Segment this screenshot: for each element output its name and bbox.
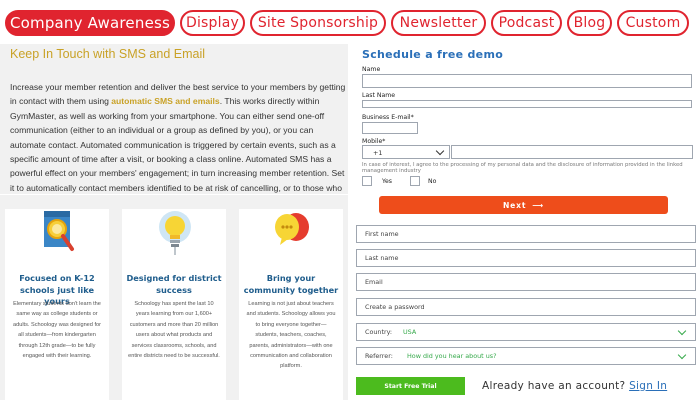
- next-button-label: Next: [503, 200, 527, 210]
- consent-yes-label: Yes: [382, 178, 392, 185]
- feature-card: Focused on K-12 schools just like yours …: [5, 209, 109, 400]
- speech-bubbles-icon: [274, 209, 310, 257]
- mobile-number-input[interactable]: [451, 145, 693, 159]
- info-paragraph: Increase your member retention and deliv…: [10, 80, 346, 210]
- name-label: Name: [362, 66, 381, 73]
- tab-custom[interactable]: Custom: [617, 10, 689, 36]
- password-placeholder: Create a password: [365, 303, 425, 311]
- country-code-select[interactable]: +1: [362, 145, 450, 159]
- magnifier-icon: [40, 209, 76, 257]
- mobile-label: Mobile*: [362, 138, 386, 145]
- country-select[interactable]: Country: USA: [356, 323, 696, 341]
- next-button[interactable]: Next ⟶: [379, 196, 668, 214]
- consent-no-label: No: [428, 178, 437, 185]
- password-input[interactable]: Create a password: [356, 298, 696, 316]
- chevron-down-icon: [435, 146, 445, 156]
- card-description: Elementary students don't learn the same…: [12, 301, 101, 360]
- demo-form: Schedule a free demo Name Last Name Busi…: [354, 44, 700, 400]
- business-email-input[interactable]: [362, 122, 418, 134]
- feature-card: Bring your community together Learning i…: [239, 209, 343, 400]
- arrow-right-icon: ⟶: [532, 200, 544, 210]
- referrer-label: Referrer:: [365, 352, 393, 360]
- card-title: Bring your community together: [243, 273, 339, 295]
- country-label: Country:: [365, 328, 393, 336]
- lightbulb-icon: [157, 209, 193, 257]
- last-name-placeholder: Last name: [365, 254, 399, 262]
- email-input[interactable]: Email: [356, 273, 696, 291]
- consent-text: In case of interest, I agree to the proc…: [362, 162, 683, 174]
- card-description: Learning is not just about teachers and …: [246, 301, 336, 370]
- info-text-end: . This works directly within GymMaster, …: [10, 96, 345, 207]
- tab-blog[interactable]: Blog: [567, 10, 612, 36]
- info-highlight-link[interactable]: automatic SMS and emails: [111, 96, 219, 106]
- sms-email-info-panel: Keep In Touch with SMS and Email Increas…: [0, 44, 348, 207]
- tab-bar: Company Awareness Display Site Sponsorsh…: [0, 0, 700, 46]
- chevron-down-icon: [677, 326, 687, 336]
- tab-site-sponsorship[interactable]: Site Sponsorship: [250, 10, 386, 36]
- business-email-label: Business E-mail*: [362, 114, 414, 121]
- feature-cards-section: Focused on K-12 schools just like yours …: [0, 195, 348, 400]
- last-name-input[interactable]: [362, 100, 692, 108]
- first-name-input[interactable]: First name: [356, 225, 696, 243]
- last-name-field[interactable]: Last name: [356, 249, 696, 267]
- sign-in-prompt: Already have an account? Sign In: [482, 380, 667, 392]
- feature-card: Designed for district success Schoology …: [122, 209, 226, 400]
- form-title: Schedule a free demo: [362, 48, 504, 61]
- country-code-value: +1: [373, 149, 383, 157]
- chevron-down-icon: [677, 350, 687, 360]
- card-title: Designed for district success: [126, 273, 222, 295]
- sign-in-link[interactable]: Sign In: [629, 380, 667, 392]
- tab-company-awareness[interactable]: Company Awareness: [5, 10, 175, 36]
- referrer-select[interactable]: Referrer: How did you hear about us?: [356, 347, 696, 365]
- tab-podcast[interactable]: Podcast: [491, 10, 562, 36]
- start-free-trial-button[interactable]: Start Free Trial: [356, 377, 465, 395]
- country-value: USA: [403, 328, 417, 336]
- name-input[interactable]: [362, 74, 692, 88]
- email-placeholder: Email: [365, 278, 383, 286]
- consent-yes-checkbox[interactable]: [362, 176, 372, 186]
- card-description: Schoology has spent the last 10 years le…: [128, 301, 220, 360]
- tab-display[interactable]: Display: [180, 10, 245, 36]
- last-name-label: Last Name: [362, 92, 396, 99]
- info-title: Keep In Touch with SMS and Email: [10, 47, 206, 61]
- tab-newsletter[interactable]: Newsletter: [391, 10, 486, 36]
- first-name-placeholder: First name: [365, 230, 399, 238]
- referrer-value: How did you hear about us?: [407, 352, 497, 360]
- consent-no-checkbox[interactable]: [410, 176, 420, 186]
- account-text: Already have an account?: [482, 380, 626, 392]
